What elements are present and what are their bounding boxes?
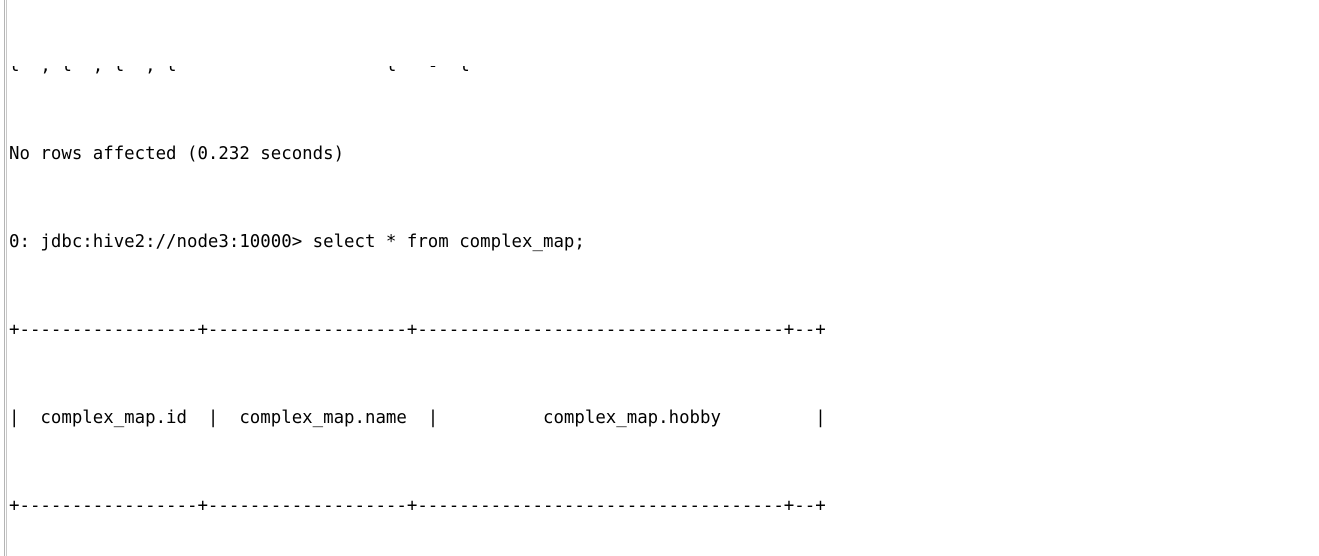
console-line-text: l , l , l , l l - l' xyxy=(9,66,481,76)
window-edge-line-inner xyxy=(6,0,7,556)
console-line-partial-top: l , l , l , l l - l' xyxy=(9,66,1319,77)
console-line-text: No rows affected (0.232 seconds) xyxy=(9,144,345,164)
console-line-text: 0: jdbc:hive2://node3:10000> select * fr… xyxy=(9,232,585,252)
window-edge-line-outer xyxy=(4,0,5,556)
console-line-prompt-select-star: 0: jdbc:hive2://node3:10000> select * fr… xyxy=(9,231,1319,253)
terminal-window: l , l , l , l l - l' No rows affected (0… xyxy=(0,0,1319,556)
window-left-edge xyxy=(0,0,9,556)
console-line-text: +-----------------+-------------------+-… xyxy=(9,320,826,340)
table-header-row: | complex_map.id | complex_map.name | co… xyxy=(9,407,1319,429)
table-separator-top: +-----------------+-------------------+-… xyxy=(9,319,1319,341)
console-line-text: +-----------------+-------------------+-… xyxy=(9,496,826,516)
console-output[interactable]: l , l , l , l l - l' No rows affected (0… xyxy=(9,0,1319,556)
console-line-no-rows-affected: No rows affected (0.232 seconds) xyxy=(9,143,1319,165)
console-line-text: | complex_map.id | complex_map.name | co… xyxy=(9,408,826,428)
table-separator-mid: +-----------------+-------------------+-… xyxy=(9,495,1319,517)
